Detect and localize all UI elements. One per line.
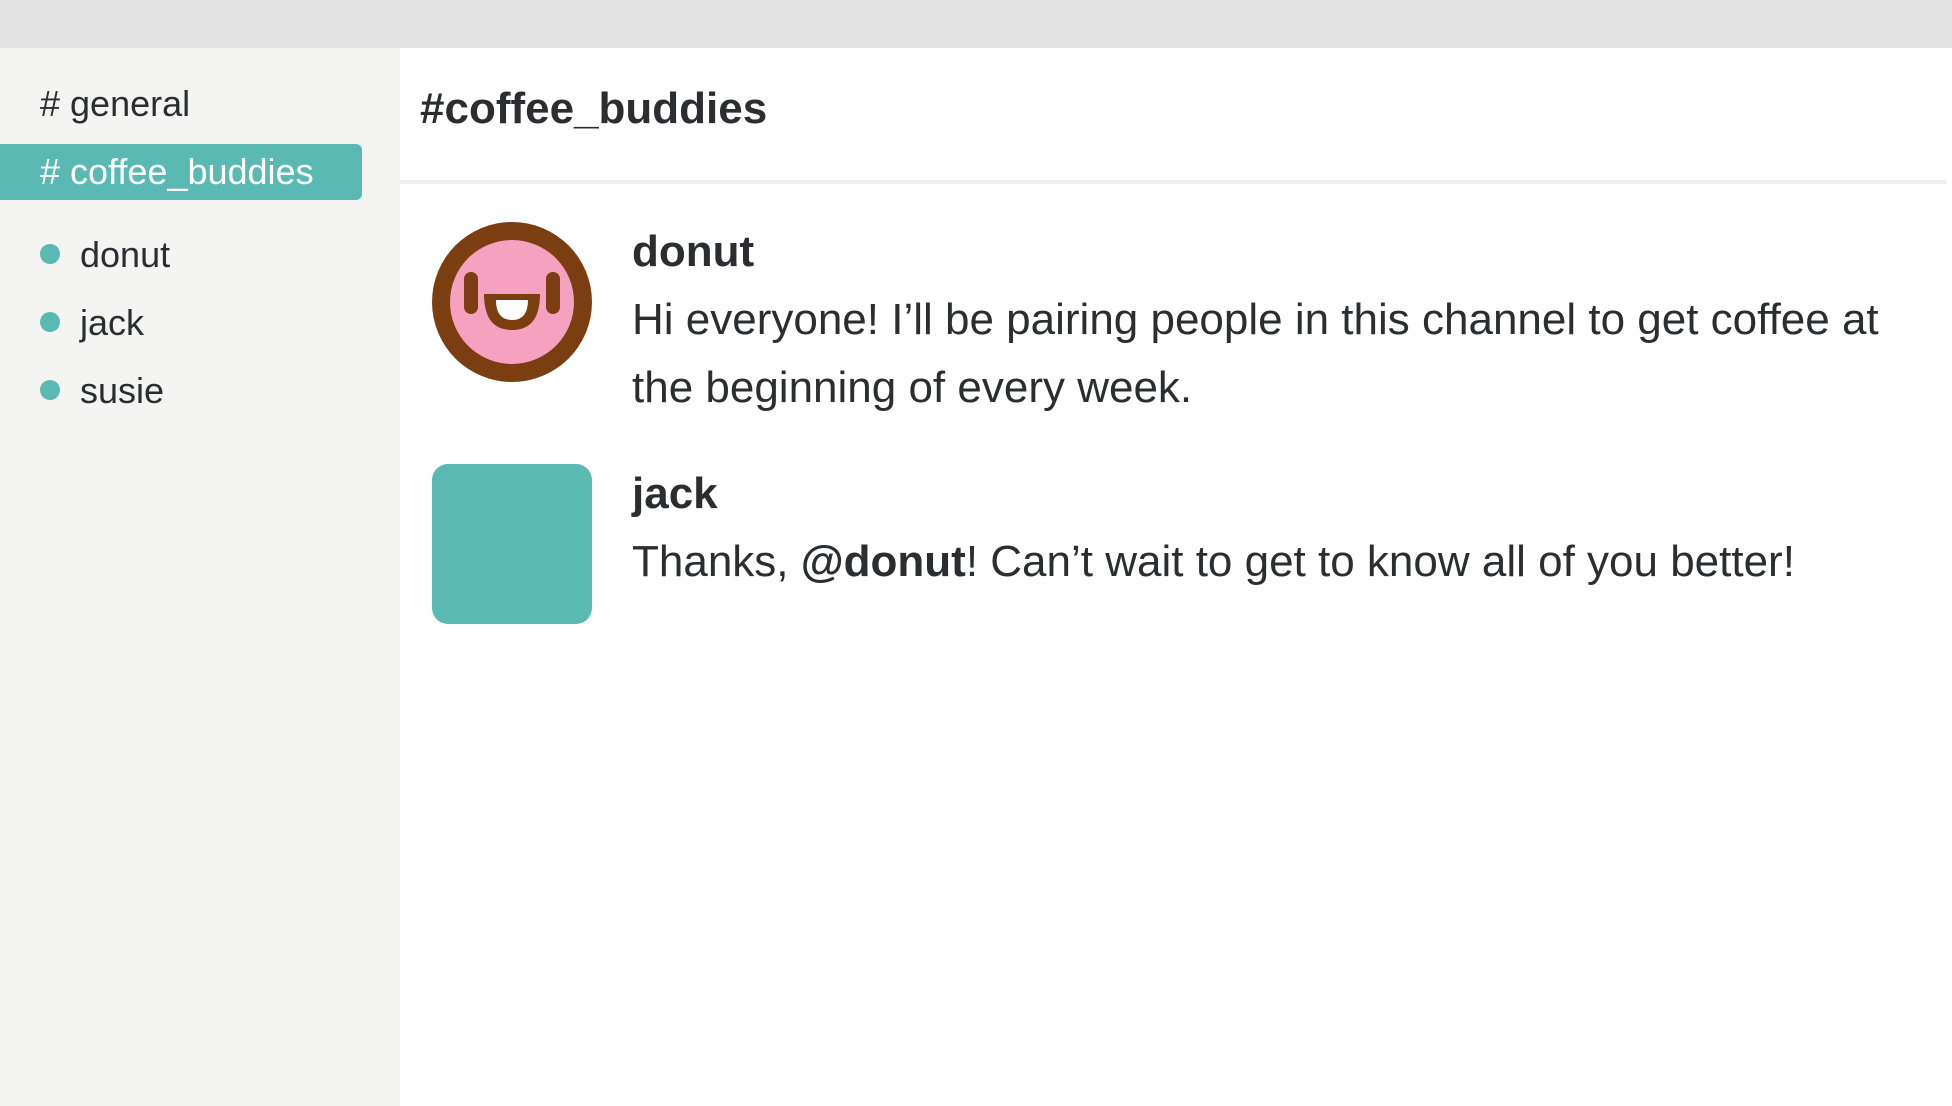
- sidebar-channel-coffee-buddies[interactable]: # coffee_buddies: [0, 144, 362, 200]
- top-bar: [0, 0, 1952, 48]
- channel-title: #coffee_buddies: [420, 84, 768, 133]
- channel-header: #coffee_buddies: [400, 48, 1946, 184]
- sidebar-channel-general[interactable]: # general: [0, 76, 362, 132]
- message-author[interactable]: jack: [632, 464, 1922, 524]
- sidebar-user-label: susie: [80, 370, 165, 411]
- sidebar-channel-label: # coffee_buddies: [40, 151, 314, 192]
- message-author[interactable]: donut: [632, 222, 1922, 282]
- donut-face-icon[interactable]: [432, 222, 592, 382]
- sidebar-user-label: jack: [80, 302, 145, 343]
- sidebar-user-label: donut: [80, 234, 171, 275]
- online-status-icon: [40, 244, 60, 265]
- sidebar-channel-label: # general: [40, 83, 191, 124]
- sidebar-user-donut[interactable]: donut: [40, 230, 170, 280]
- user-mention[interactable]: @donut: [801, 537, 966, 586]
- message-text-part: ! Can’t wait to get to know all of you b…: [965, 537, 1795, 586]
- user-avatar[interactable]: [432, 464, 592, 624]
- message-pane: #coffee_buddies donut Hi everyone! I’ll …: [400, 48, 1946, 1106]
- online-status-icon: [40, 380, 60, 401]
- message-text-part: Thanks,: [632, 537, 801, 586]
- message-text: Thanks, @donut! Can’t wait to get to kno…: [632, 528, 1922, 596]
- message-text: Hi everyone! I’ll be pairing people in t…: [632, 295, 1879, 412]
- sidebar: # general # coffee_buddies donut jack su…: [0, 48, 400, 1106]
- sidebar-user-susie[interactable]: susie: [40, 366, 164, 416]
- sidebar-user-jack[interactable]: jack: [40, 298, 144, 348]
- online-status-icon: [40, 312, 60, 333]
